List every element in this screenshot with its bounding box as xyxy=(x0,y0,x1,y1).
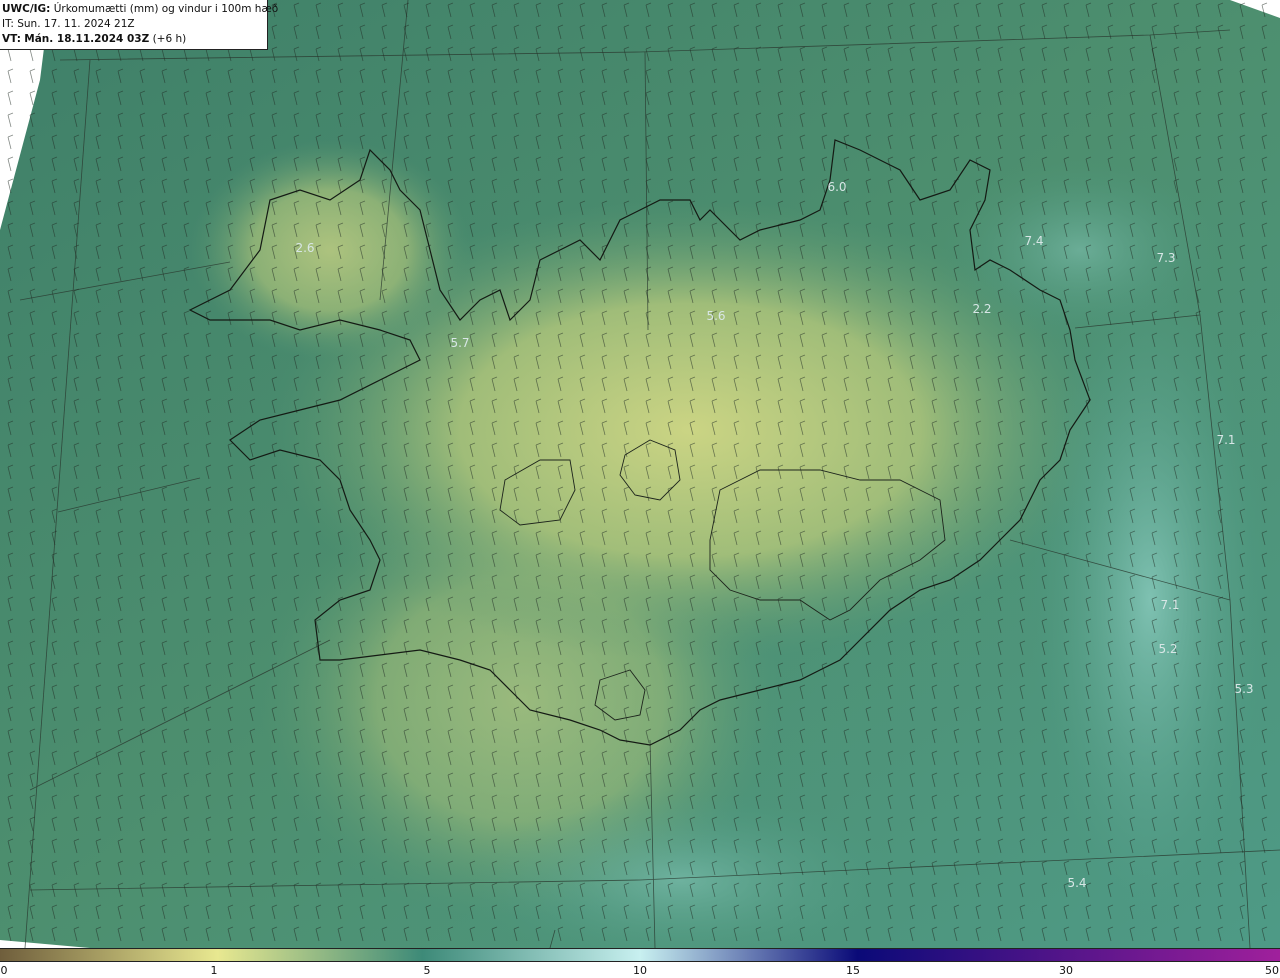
colorbar-tick-15: 15 xyxy=(846,964,860,977)
valid-prefix: VT: xyxy=(2,33,21,45)
init-time: IT: Sun. 17. 11. 2024 21Z xyxy=(2,18,135,30)
wind-barbs xyxy=(0,0,1280,948)
colorbar-strip xyxy=(0,948,1280,962)
value-label-north-central: 5.6 xyxy=(706,309,726,323)
colorbar-tick-1: 1 xyxy=(210,964,218,977)
valid-time-line: VT: Mán. 18.11.2024 03Z (+6 h) xyxy=(2,32,267,47)
field-name: Úrkomumætti (mm) og vindur i 100m hæð xyxy=(53,3,279,15)
colorbar-tick-30: 30 xyxy=(1059,964,1073,977)
colorbar-tick-5: 5 xyxy=(423,964,431,977)
value-label-east-sea: 7.1 xyxy=(1216,433,1236,447)
value-label-northeast-sea-2: 7.3 xyxy=(1156,251,1176,265)
colorbar-tick-0: 0 xyxy=(0,964,8,977)
value-label-southeast-sea-2: 5.2 xyxy=(1158,642,1178,656)
map-info-box: UWC/IG: Úrkomumætti (mm) og vindur i 100… xyxy=(0,0,278,50)
title-line: UWC/IG: Úrkomumætti (mm) og vindur i 100… xyxy=(2,2,278,17)
value-label-northeast-sea: 7.4 xyxy=(1024,234,1044,248)
value-label-south-sea: 5.4 xyxy=(1067,876,1087,890)
colorbar-tick-50: 50 xyxy=(1265,964,1279,977)
lead-time: (+6 h) xyxy=(152,33,187,45)
value-label-southeast-sea-3: 5.3 xyxy=(1234,682,1254,696)
value-label-southeast-sea: 7.1 xyxy=(1160,598,1180,612)
precipitation-map xyxy=(0,0,1280,948)
map-area: 6.0 2.6 5.7 5.6 7.4 7.3 2.2 7.1 7.1 5.2 … xyxy=(0,0,1280,948)
colorbar-tick-10: 10 xyxy=(633,964,647,977)
value-label-north: 6.0 xyxy=(827,180,847,194)
value-label-westfjords: 2.6 xyxy=(295,241,315,255)
colorbar: 0 1 5 10 15 30 50 xyxy=(0,948,1280,978)
valid-time: Mán. 18.11.2024 03Z xyxy=(24,33,150,45)
value-label-east: 2.2 xyxy=(972,302,992,316)
value-label-west: 5.7 xyxy=(450,336,470,350)
model-name: UWC/IG: xyxy=(2,3,51,15)
